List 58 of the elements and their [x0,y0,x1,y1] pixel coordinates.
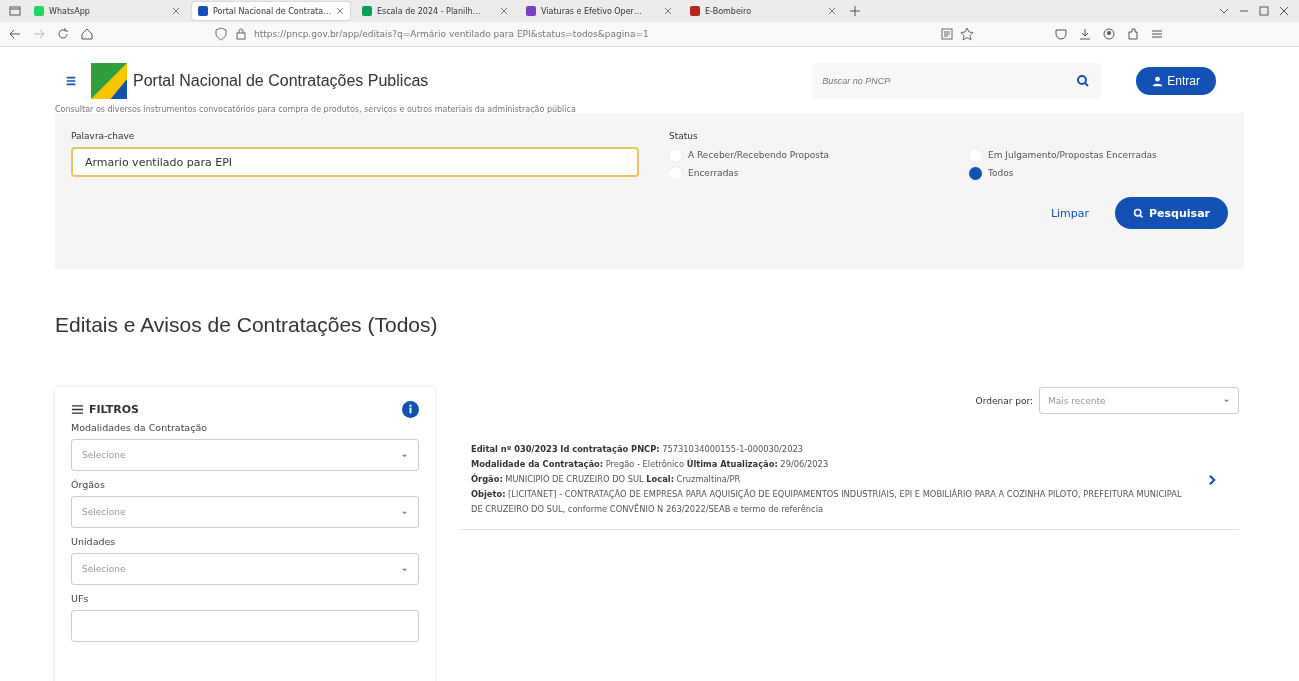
filter-label: Modalidades da Contratação [71,422,209,433]
maximize-icon[interactable] [1257,4,1271,18]
close-icon[interactable] [172,7,180,15]
browser-tab[interactable]: E-Bombeiro [684,2,842,20]
star-icon[interactable] [960,27,974,41]
close-icon[interactable] [828,7,836,15]
tab-list-icon[interactable] [8,4,22,18]
reload-icon[interactable] [56,27,70,41]
page-heading: Editais e Avisos de Contratações (Todos) [55,313,439,337]
filter-title: FILTROS [89,403,140,416]
site-title[interactable]: Portal Nacional de Contratações Publicas [133,72,429,90]
user-icon [1152,75,1164,87]
keyword-field[interactable]: Armario ventilado para EPI [71,147,639,177]
filter-label: UFs [71,593,90,604]
filter-lines-icon [71,403,84,416]
reader-view-icon[interactable] [940,27,954,41]
browser-tab[interactable]: Viaturas e Efetivo Oper… [520,2,678,20]
extensions-icon[interactable] [1126,27,1140,41]
caret-icon [1223,397,1230,404]
browser-tab[interactable]: Escala de 2024 - Planilh… [356,2,514,20]
close-icon[interactable] [500,7,508,15]
status-radio[interactable]: Encerradas [669,165,969,181]
close-icon[interactable] [1277,4,1291,18]
filter-label: Unidades [71,536,117,547]
result-text: Objeto: [LICITANET] - CONTRATAÇÃO DE EMPRESA PARA AQUISIÇÃO DE EQUIPAMENTOS INDUSTRIAIS, EPI E MOBILIÁRIO PARA A COZINHA PILOTO, PREFEITURA MUNICIPAL DE CRUZEIRO DO SUL, conforme CONVÊNIO N 263/2022/SEAB e termo de referência [471,487,1183,516]
result-text: Modalidade da Contratação: Pregão - Eletrônico Última Atualização: 29/06/2023 [471,457,830,471]
lock-icon [234,27,248,41]
plus-icon[interactable] [848,4,862,18]
result-text: Edital nº 030/2023 Id contratação PNCP: 75731034000155-1-000030/2023 [471,443,804,456]
search-icon [1133,207,1145,219]
chevron-right-icon[interactable] [1208,473,1217,486]
status-radio[interactable]: A Receber/Recebendo Proposta [669,147,969,163]
search-button[interactable]: Pesquisar [1115,197,1228,229]
select-field[interactable] [71,610,419,642]
account-icon[interactable] [1102,27,1116,41]
shield-icon [214,27,228,41]
search-field[interactable]: Buscar no PNCP [812,63,1103,99]
clear-link[interactable]: Limpar [1050,206,1090,220]
sort-label: Ordenar por: [975,395,1033,406]
search-icon[interactable] [1076,74,1091,88]
close-icon[interactable] [664,7,672,15]
back-arrow-icon[interactable] [8,27,22,41]
logo-icon [91,63,127,99]
download-icon[interactable] [1078,27,1092,41]
status-radio[interactable]: Em Julgamento/Propostas Encerradas [969,147,1228,163]
field-label: Status [669,131,699,141]
status-radio[interactable]: Todos [969,165,1228,181]
browser-tab[interactable]: WhatsApp [28,2,186,20]
menu-icon[interactable] [65,75,77,87]
result-text: Órgão: MUNICIPIO DE CRUZEIRO DO SUL Local: Cruzmaltina/PR [471,472,742,486]
intro-text: Consultar os diversos instrumentos convocatórios para compra de produtos, serviços e outros materiais da administração pública [55,105,577,113]
login-button[interactable]: Entrar [1136,67,1216,95]
close-icon[interactable] [336,7,344,15]
filter-label: Órgãos [71,479,106,490]
home-icon[interactable] [80,27,94,41]
field-label: Palavra-chave [71,131,136,141]
browser-tab[interactable]: Portal Nacional de Contrata… [192,2,350,20]
info-icon[interactable] [402,401,419,418]
